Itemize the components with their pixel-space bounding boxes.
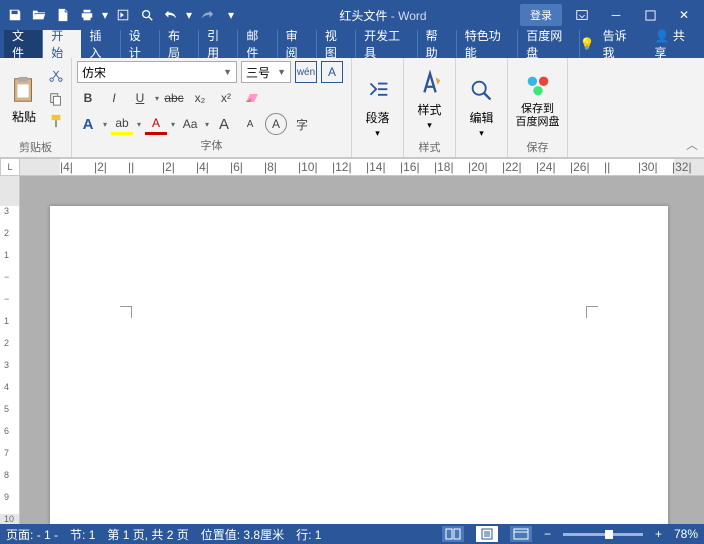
status-pages[interactable]: 第 1 页, 共 2 页 bbox=[107, 526, 188, 543]
circle-char-button[interactable]: A bbox=[265, 113, 287, 135]
qat-more-icon[interactable]: ▾ bbox=[220, 4, 242, 26]
undo-icon[interactable] bbox=[160, 4, 182, 26]
collapse-ribbon-icon[interactable]: ︿ bbox=[686, 136, 698, 153]
group-font-label: 字体 bbox=[77, 135, 346, 155]
tab-mail[interactable]: 邮件 bbox=[238, 30, 277, 58]
zoom-in-button[interactable]: + bbox=[655, 527, 662, 541]
grow-font-button[interactable]: A bbox=[213, 113, 235, 135]
margin-mark-tr bbox=[586, 306, 598, 318]
status-page[interactable]: 页面: - 1 - bbox=[6, 526, 58, 543]
redo-icon[interactable] bbox=[196, 4, 218, 26]
undo-more-icon[interactable]: ▾ bbox=[184, 4, 194, 26]
close-icon[interactable]: ✕ bbox=[670, 4, 698, 26]
bold-button[interactable]: B bbox=[77, 87, 99, 109]
italic-button[interactable]: I bbox=[103, 87, 125, 109]
highlight-button[interactable]: ab bbox=[111, 113, 133, 135]
zoom-slider[interactable] bbox=[563, 533, 643, 536]
group-styles-label: 样式 bbox=[409, 137, 450, 157]
print-preview-icon[interactable] bbox=[136, 4, 158, 26]
superscript-button[interactable]: x² bbox=[215, 87, 237, 109]
tellme-button[interactable]: 告诉我 bbox=[603, 27, 635, 61]
login-button[interactable]: 登录 bbox=[520, 4, 562, 26]
char-border-icon[interactable]: A bbox=[321, 61, 343, 83]
paste-button[interactable]: 粘贴 bbox=[5, 61, 43, 137]
font-name-combo[interactable]: 仿宋▼ bbox=[77, 61, 237, 83]
status-position[interactable]: 位置值: 3.8厘米 bbox=[201, 526, 284, 543]
margin-mark-tl bbox=[120, 306, 132, 318]
zoom-out-button[interactable]: − bbox=[544, 527, 551, 541]
baidu-cloud-icon bbox=[522, 69, 554, 101]
tab-special[interactable]: 特色功能 bbox=[457, 30, 518, 58]
preview-icon[interactable] bbox=[112, 4, 134, 26]
print-icon[interactable] bbox=[76, 4, 98, 26]
clear-format-icon[interactable] bbox=[241, 87, 263, 109]
underline-button[interactable]: U bbox=[129, 87, 151, 109]
save-icon[interactable] bbox=[4, 4, 26, 26]
group-save-label: 保存 bbox=[513, 137, 562, 157]
new-icon[interactable] bbox=[52, 4, 74, 26]
window-title: 红头文件 - Word bbox=[246, 7, 520, 24]
minimize-icon[interactable]: ─ bbox=[602, 4, 630, 26]
lightbulb-icon: 💡 bbox=[580, 37, 595, 51]
change-case-button[interactable]: Aa bbox=[179, 113, 201, 135]
horizontal-ruler[interactable]: |4||2||||2||4||6||8||10||12||14||16||18|… bbox=[20, 158, 704, 176]
styles-icon bbox=[414, 67, 446, 99]
format-painter-icon[interactable] bbox=[46, 111, 66, 131]
tab-dev[interactable]: 开发工具 bbox=[356, 30, 417, 58]
tab-review[interactable]: 审阅 bbox=[278, 30, 317, 58]
find-icon bbox=[466, 75, 498, 107]
zoom-value[interactable]: 78% bbox=[674, 527, 698, 541]
open-icon[interactable] bbox=[28, 4, 50, 26]
tab-help[interactable]: 帮助 bbox=[418, 30, 457, 58]
copy-icon[interactable] bbox=[46, 89, 66, 109]
strike-button[interactable]: abc bbox=[163, 87, 185, 109]
dropdown-icon[interactable]: ▾ bbox=[100, 4, 110, 26]
share-button[interactable]: 👤 共享 bbox=[655, 27, 692, 61]
text-effect-button[interactable]: A bbox=[77, 113, 99, 135]
maximize-icon[interactable] bbox=[636, 4, 664, 26]
editing-button[interactable]: 编辑▾ bbox=[461, 61, 502, 153]
tab-file[interactable]: 文件 bbox=[4, 30, 43, 58]
phonetic-icon[interactable]: wén bbox=[295, 61, 317, 83]
styles-button[interactable]: 样式▾ bbox=[409, 61, 450, 137]
tab-layout[interactable]: 布局 bbox=[160, 30, 199, 58]
tab-reference[interactable]: 引用 bbox=[199, 30, 238, 58]
tab-baidu[interactable]: 百度网盘 bbox=[518, 30, 579, 58]
view-read-icon[interactable] bbox=[442, 526, 464, 542]
tab-insert[interactable]: 插入 bbox=[81, 30, 120, 58]
paragraph-button[interactable]: 段落▾ bbox=[357, 61, 398, 153]
tab-design[interactable]: 设计 bbox=[121, 30, 160, 58]
status-line[interactable]: 行: 1 bbox=[296, 526, 321, 543]
tab-view[interactable]: 视图 bbox=[317, 30, 356, 58]
subscript-button[interactable]: x₂ bbox=[189, 87, 211, 109]
ruler-corner: L bbox=[0, 158, 20, 176]
group-clipboard-label: 剪贴板 bbox=[5, 137, 66, 157]
view-print-icon[interactable] bbox=[476, 526, 498, 542]
status-section[interactable]: 节: 1 bbox=[70, 526, 95, 543]
save-baidu-button[interactable]: 保存到 百度网盘 bbox=[513, 61, 562, 137]
char-button[interactable]: 字 bbox=[291, 113, 313, 135]
ribbon-options-icon[interactable] bbox=[568, 4, 596, 26]
document-canvas[interactable] bbox=[20, 176, 704, 524]
paragraph-icon bbox=[362, 75, 394, 107]
font-color-button[interactable]: A bbox=[145, 113, 167, 135]
page[interactable] bbox=[50, 206, 668, 524]
cut-icon[interactable] bbox=[46, 67, 66, 87]
clipboard-icon bbox=[8, 74, 40, 106]
shrink-font-button[interactable]: A bbox=[239, 113, 261, 135]
view-web-icon[interactable] bbox=[510, 526, 532, 542]
tab-home[interactable]: 开始 bbox=[43, 30, 81, 58]
font-size-combo[interactable]: 三号▼ bbox=[241, 61, 291, 83]
vertical-ruler[interactable]: 321−−12345678910 bbox=[0, 176, 20, 524]
